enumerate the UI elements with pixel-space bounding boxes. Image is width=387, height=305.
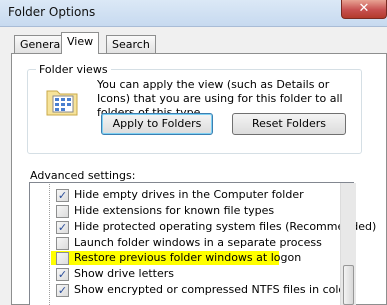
apply-to-folders-button[interactable]: Apply to Folders bbox=[101, 113, 213, 135]
advanced-settings-label: Advanced settings: bbox=[30, 169, 136, 182]
close-icon: ✕ bbox=[358, 1, 370, 16]
reset-folders-label: Reset Folders bbox=[252, 117, 326, 130]
tab-search-label: Search bbox=[112, 38, 150, 51]
list-item-label: Show encrypted or compressed NTFS files … bbox=[74, 283, 350, 296]
window-title: Folder Options bbox=[8, 5, 96, 19]
folder-view-icon bbox=[46, 90, 78, 116]
checkbox[interactable]: ✓ bbox=[56, 284, 69, 297]
tab-general-label: General bbox=[20, 38, 64, 51]
checkbox[interactable] bbox=[56, 205, 69, 218]
list-item-label: Hide extensions for known file types bbox=[74, 204, 275, 217]
reset-folders-button[interactable]: Reset Folders bbox=[232, 113, 346, 135]
folder-views-label: Folder views bbox=[36, 63, 111, 76]
close-button[interactable]: ✕ bbox=[341, 0, 387, 19]
tab-view-label: View bbox=[67, 35, 94, 48]
apply-to-folders-label: Apply to Folders bbox=[112, 117, 202, 130]
checkbox[interactable] bbox=[56, 252, 69, 265]
tab-search[interactable]: Search bbox=[106, 35, 156, 53]
checkbox[interactable]: ✓ bbox=[56, 221, 69, 234]
checkbox[interactable]: ✓ bbox=[56, 268, 69, 281]
list-item-label: Hide protected operating system files (R… bbox=[74, 220, 377, 233]
title-bar: Folder Options ✕ bbox=[0, 0, 387, 27]
list-item-label: Launch folder windows in a separate proc… bbox=[74, 236, 322, 249]
checkbox[interactable] bbox=[56, 237, 69, 250]
tab-view[interactable]: View bbox=[61, 32, 100, 54]
checkbox[interactable]: ✓ bbox=[56, 189, 69, 202]
scrollbar-thumb[interactable] bbox=[343, 265, 354, 305]
list-item-label: Restore previous folder windows at logon bbox=[74, 251, 302, 264]
tree-connector-line bbox=[49, 184, 50, 305]
list-item-label: Show drive letters bbox=[74, 267, 174, 280]
list-item-label: Hide empty drives in the Computer folder bbox=[74, 188, 304, 201]
